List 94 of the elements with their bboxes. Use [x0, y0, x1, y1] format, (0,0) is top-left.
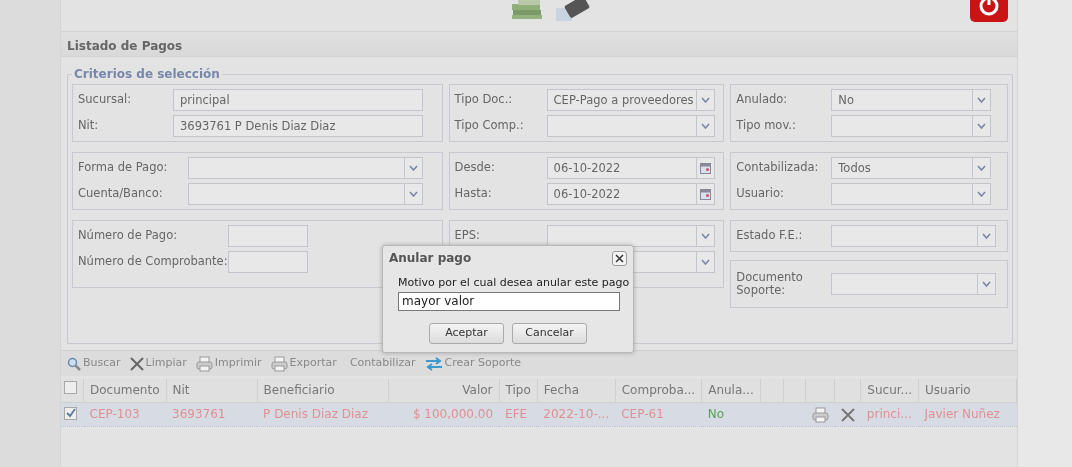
- dropdown-field[interactable]: [831, 183, 992, 205]
- column-header: Fecha: [543, 383, 579, 398]
- caret-icon: [700, 233, 710, 239]
- dropdown-field[interactable]: Todos: [831, 157, 992, 179]
- caret-icon: [700, 259, 710, 265]
- caret-icon: [700, 97, 710, 103]
- panel-title: Listado de Pagos: [61, 31, 1017, 57]
- caret-icon: [409, 165, 418, 171]
- column-header: Comproba...: [621, 383, 696, 398]
- print-button[interactable]: Exportar: [270, 355, 337, 372]
- field-label: Número de Comprobante:: [78, 255, 228, 269]
- prompt-text: Motivo por el cual desea anular este pago: [398, 275, 627, 291]
- column-header: Documento: [90, 383, 160, 398]
- printer-icon: [195, 355, 213, 372]
- dropdown-field[interactable]: [188, 157, 423, 179]
- accept-button[interactable]: Aceptar: [429, 322, 504, 344]
- table-cell: CEP-103: [89, 407, 140, 421]
- computer-icon[interactable]: [554, 0, 590, 22]
- dropdown-field[interactable]: [188, 183, 423, 205]
- column-header: Tipo: [505, 383, 531, 398]
- table-cell: EFE: [505, 407, 528, 421]
- calendar-icon: [699, 162, 711, 174]
- cancel-button[interactable]: Cancelar: [512, 322, 587, 344]
- close-button[interactable]: [612, 250, 627, 266]
- dropdown-field[interactable]: No: [831, 89, 992, 111]
- table-cell: No: [707, 407, 724, 421]
- text-field[interactable]: [228, 251, 308, 273]
- calendar-icon: [699, 188, 711, 200]
- field-label: Usuario:: [736, 187, 785, 201]
- column-header: Valor: [462, 383, 493, 398]
- caret-icon: [982, 281, 992, 287]
- accounting-button[interactable]: Contabilizar: [349, 355, 416, 372]
- text-field[interactable]: [228, 225, 308, 247]
- dropdown-field[interactable]: [831, 225, 997, 247]
- text-field[interactable]: 3693761 P Denis Diaz Diaz: [173, 115, 423, 137]
- dropdown-field[interactable]: [831, 115, 992, 137]
- checkbox[interactable]: [64, 381, 77, 395]
- delete-icon[interactable]: [840, 407, 855, 422]
- power-icon[interactable]: [970, 0, 1008, 23]
- field-label: Estado F.E.:: [736, 229, 804, 243]
- swap-arrows-icon: [424, 356, 443, 371]
- field-label: EPS:: [454, 229, 481, 243]
- field-label: Forma de Pago:: [78, 161, 169, 175]
- dialog-title: Anular pago: [389, 250, 472, 267]
- text-field[interactable]: principal: [173, 89, 423, 111]
- field-label: Nit:: [78, 119, 100, 133]
- printer-icon: [270, 355, 288, 372]
- print-icon[interactable]: [811, 406, 829, 423]
- reason-field[interactable]: mayor valor: [398, 291, 620, 311]
- date-field[interactable]: 06-10-2022: [546, 157, 715, 179]
- caret-icon: [982, 233, 992, 239]
- field-label: Anulado:: [736, 93, 789, 107]
- search-icon: [67, 356, 81, 371]
- field-label: Hasta:: [454, 187, 493, 201]
- table-cell: $ 100,000.00: [412, 407, 494, 421]
- table-cell: Javier Nuñez: [924, 407, 1000, 421]
- close-icon: [615, 253, 624, 263]
- field-label: Número de Pago:: [78, 229, 179, 243]
- column-header: Nit: [172, 383, 190, 398]
- table-cell: P Denis Diaz Diaz: [263, 407, 369, 421]
- field-label: Tipo Doc.:: [454, 93, 514, 107]
- column-header: Sucur...: [867, 383, 913, 398]
- field-label: Tipo Comp.:: [454, 119, 525, 133]
- field-label: Sucursal:: [78, 93, 133, 107]
- column-header: Anula...: [708, 383, 754, 398]
- field-label: Desde:: [454, 161, 496, 175]
- dropdown-field[interactable]: [546, 115, 715, 137]
- print-button[interactable]: Imprimir: [195, 355, 262, 372]
- column-header: Beneficiario: [263, 383, 335, 398]
- clear-button[interactable]: Limpiar: [129, 355, 187, 372]
- table-cell: 2022-10-...: [543, 407, 610, 421]
- criteria-legend: Criterios de selección: [72, 66, 222, 82]
- field-label: Tipo mov.:: [736, 119, 797, 133]
- column-header: Usuario: [925, 383, 971, 398]
- table-cell: 3693761: [172, 407, 226, 421]
- checkbox[interactable]: [64, 406, 77, 420]
- caret-icon: [977, 97, 987, 103]
- field-label: Contabilizada:: [736, 161, 820, 175]
- create-button[interactable]: Crear Soporte: [424, 355, 522, 372]
- table-cell: princi...: [866, 407, 912, 421]
- caret-icon: [977, 165, 987, 171]
- dropdown-field[interactable]: [546, 225, 715, 247]
- caret-icon: [700, 123, 710, 129]
- caret-icon: [409, 191, 418, 197]
- caret-icon: [977, 191, 987, 197]
- search-button[interactable]: Buscar: [67, 355, 121, 372]
- table-cell: CEP-61: [621, 407, 664, 421]
- field-label: Documento Soporte:: [736, 270, 804, 298]
- dropdown-field[interactable]: CEP-Pago a proveedores: [546, 89, 715, 111]
- close-icon: [129, 356, 144, 371]
- date-field[interactable]: 06-10-2022: [546, 183, 715, 205]
- dropdown-field[interactable]: [831, 273, 997, 295]
- caret-icon: [977, 123, 987, 129]
- field-label: Cuenta/Banco:: [78, 187, 164, 201]
